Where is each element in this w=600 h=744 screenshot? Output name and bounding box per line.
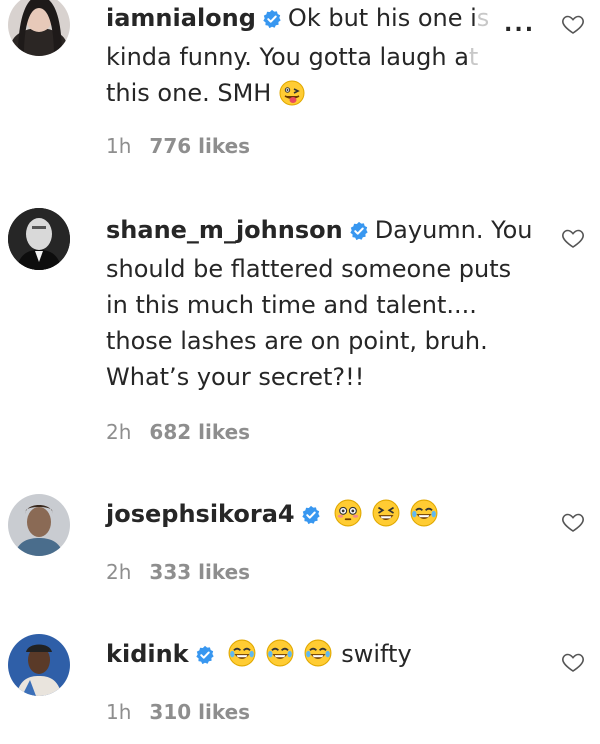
heart-outline-icon[interactable] bbox=[561, 650, 585, 674]
comment-text-line: Ok but his one i bbox=[287, 4, 477, 32]
comment-body: shane_m_johnson Dayumn. You should be fla… bbox=[106, 212, 536, 395]
comment-meta: 2h 682 likes bbox=[106, 420, 268, 444]
comment-text-fade: t bbox=[468, 43, 479, 71]
heart-outline-icon[interactable] bbox=[561, 510, 585, 534]
comment-body: kidink swifty bbox=[106, 636, 536, 677]
comment-meta: 2h 333 likes bbox=[106, 560, 268, 584]
comment-username[interactable]: josephsikora4 bbox=[106, 500, 295, 528]
comment-likes[interactable]: 310 likes bbox=[149, 700, 250, 724]
comment-time[interactable]: 2h bbox=[106, 420, 131, 444]
comment-likes[interactable]: 682 likes bbox=[149, 420, 250, 444]
verified-badge-icon bbox=[262, 3, 282, 39]
avatar[interactable] bbox=[8, 0, 70, 56]
verified-badge-icon bbox=[349, 215, 369, 251]
heart-outline-icon[interactable] bbox=[561, 12, 585, 36]
verified-badge-icon bbox=[195, 639, 215, 675]
avatar[interactable] bbox=[8, 494, 70, 556]
comment-username[interactable]: iamnialong bbox=[106, 4, 256, 32]
tears-of-joy-face-emoji-icon bbox=[410, 499, 438, 537]
avatar[interactable] bbox=[8, 208, 70, 270]
tears-of-joy-face-emoji-icon bbox=[304, 639, 332, 677]
comment-time[interactable]: 2h bbox=[106, 560, 131, 584]
comment-meta: 1h 310 likes bbox=[106, 700, 268, 724]
squinting-laugh-face-emoji-icon bbox=[372, 499, 400, 537]
comment-text-fade: s bbox=[476, 4, 490, 32]
avatar[interactable] bbox=[8, 634, 70, 696]
comment-body: iamnialong Ok but his one is kinda funny. … bbox=[106, 0, 536, 116]
tears-of-joy-face-emoji-icon bbox=[266, 639, 294, 677]
heart-outline-icon[interactable] bbox=[561, 226, 585, 250]
comment-likes[interactable]: 776 likes bbox=[149, 134, 250, 158]
comment-body: josephsikora4 bbox=[106, 496, 536, 537]
comment-username[interactable]: kidink bbox=[106, 640, 189, 668]
comment-meta: 1h 776 likes bbox=[106, 134, 268, 158]
tongue-face-emoji-icon bbox=[279, 80, 305, 116]
comment-text-line: kinda funny. You gotta laugh a bbox=[106, 43, 469, 71]
more-options-icon[interactable]: ... bbox=[504, 12, 535, 37]
comment-text-line: this one. SMH bbox=[106, 79, 272, 107]
comment-username[interactable]: shane_m_johnson bbox=[106, 216, 343, 244]
comment-time[interactable]: 1h bbox=[106, 134, 131, 158]
comment-likes[interactable]: 333 likes bbox=[149, 560, 250, 584]
flushed-face-emoji-icon bbox=[334, 499, 362, 537]
comment-time[interactable]: 1h bbox=[106, 700, 131, 724]
verified-badge-icon bbox=[301, 499, 321, 535]
comment-text: swifty bbox=[341, 640, 412, 668]
tears-of-joy-face-emoji-icon bbox=[228, 639, 256, 677]
